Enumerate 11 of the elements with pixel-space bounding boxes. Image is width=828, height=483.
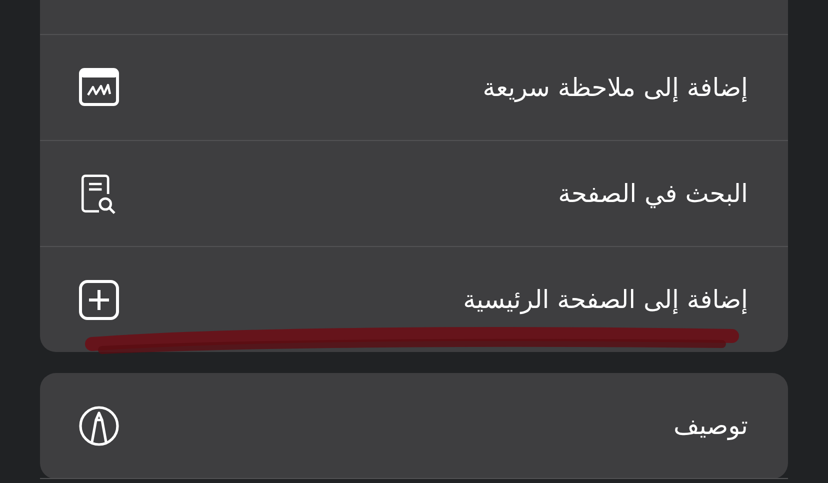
menu-item[interactable]: إضافة إلى الصفحة الرئيسية xyxy=(40,247,788,352)
menu-item-label: إضافة إلى ملاحظة سريعة xyxy=(482,73,748,102)
menu-item[interactable]: توصيف xyxy=(40,373,788,479)
menu-item-label: توصيف xyxy=(673,411,748,440)
menu-item[interactable]: إضافة إلى ملاحظة سريعة xyxy=(40,35,788,141)
menu-item-label: البحث في الصفحة xyxy=(558,179,748,208)
pen-tip-circle-icon xyxy=(79,406,119,446)
menu-item-label: إضافة إلى الصفحة الرئيسية xyxy=(463,285,748,314)
menu-item[interactable]: البحث في الصفحة xyxy=(40,141,788,247)
note-icon xyxy=(79,68,119,108)
add-square-icon xyxy=(79,280,119,320)
